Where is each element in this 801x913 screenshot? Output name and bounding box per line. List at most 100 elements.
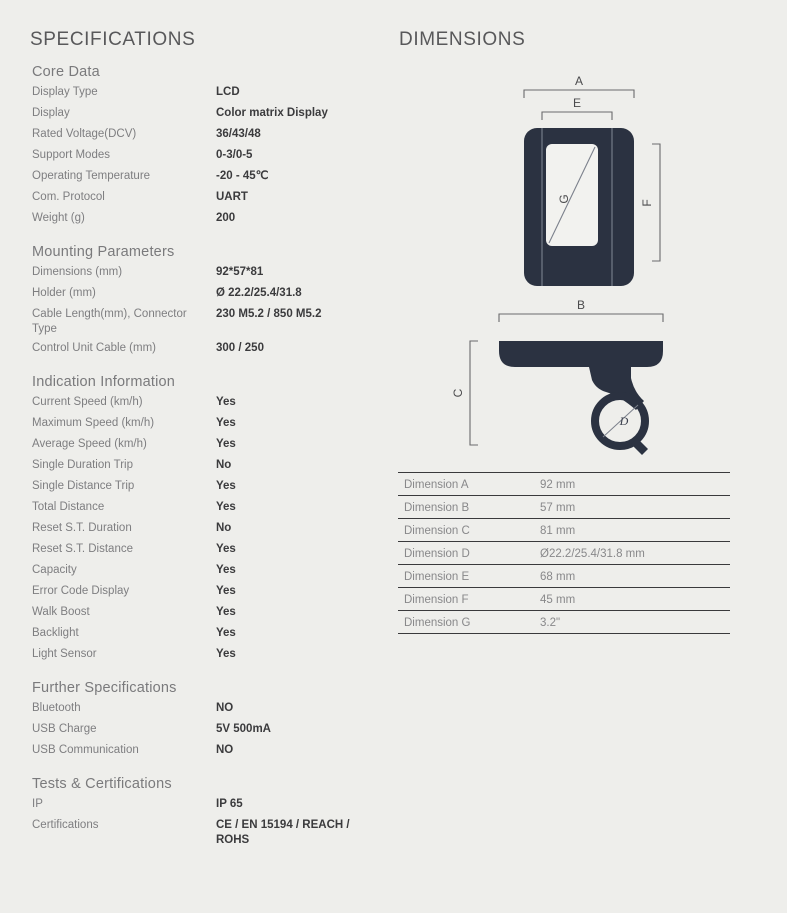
spec-row: Error Code Display Yes xyxy=(32,582,382,603)
spec-row-value: Color matrix Display xyxy=(216,107,328,119)
dimension-table-key: Dimension C xyxy=(398,518,534,542)
spec-row: Dimensions (mm) 92*57*81 xyxy=(32,263,382,284)
spec-row-label: Display Type xyxy=(32,86,98,98)
spec-row: Support Modes 0-3/0-5 xyxy=(32,146,382,167)
dimension-table-row: Dimension E 68 mm xyxy=(398,564,730,588)
spec-group-title: Mounting Parameters xyxy=(32,244,175,260)
spec-row: Reset S.T. Duration No xyxy=(32,519,382,540)
spec-row-value: 5V 500mA xyxy=(216,723,271,735)
spec-row-label: Dimensions (mm) xyxy=(32,266,123,278)
spec-row: Single Distance Trip Yes xyxy=(32,477,382,498)
dimension-table-value: 92 mm xyxy=(534,472,730,496)
spec-row-label: Display xyxy=(32,107,70,119)
dimension-table-key: Dimension F xyxy=(398,587,534,611)
dimension-table: Dimension A 92 mm Dimension B 57 mm Dimensio… xyxy=(398,472,730,634)
spec-row-label: Holder (mm) xyxy=(32,287,96,299)
dimension-label-g: G xyxy=(557,194,571,203)
spec-row: Display Type LCD xyxy=(32,83,382,104)
dimension-table-row: Dimension G 3.2" xyxy=(398,610,730,634)
dimension-table-row: Dimension B 57 mm xyxy=(398,495,730,519)
spec-row-value: Yes xyxy=(216,501,236,513)
spec-row-label: Total Distance xyxy=(32,501,105,513)
spec-row-value: Yes xyxy=(216,564,236,576)
spec-row-label: IP xyxy=(32,798,43,810)
dimension-label-d: D xyxy=(619,414,629,428)
spec-row-label: Capacity xyxy=(32,564,77,576)
dimension-label-f: F xyxy=(640,199,654,206)
dimension-table-value: 3.2" xyxy=(534,610,730,634)
spec-row-value: Yes xyxy=(216,396,236,408)
spec-row: Display Color matrix Display xyxy=(32,104,382,125)
spec-row-value: Yes xyxy=(216,480,236,492)
spec-row-label: Support Modes xyxy=(32,149,110,161)
spec-group: Indication Information Current Speed (km/… xyxy=(32,374,382,666)
spec-row-value: -20 - 45℃ xyxy=(216,170,269,182)
spec-row-value: No xyxy=(216,522,232,534)
dimension-table-value: 57 mm xyxy=(534,495,730,519)
technical-drawings: A E G F B C D xyxy=(396,60,766,460)
spec-row: USB Charge 5V 500mA xyxy=(32,720,382,741)
spec-row: Control Unit Cable (mm) 300 / 250 xyxy=(32,339,382,360)
spec-group: Further Specifications Bluetooth NO USB Cha… xyxy=(32,680,382,762)
spec-row-value: Yes xyxy=(216,648,236,660)
spec-row: Capacity Yes xyxy=(32,561,382,582)
dimension-table-key: Dimension B xyxy=(398,495,534,519)
spec-row-value: Yes xyxy=(216,585,236,597)
dimensions-heading: DIMENSIONS xyxy=(399,29,526,50)
spec-row: Holder (mm) Ø 22.2/25.4/31.8 xyxy=(32,284,382,305)
dimension-table-key: Dimension D xyxy=(398,541,534,565)
spec-row-label: Average Speed (km/h) xyxy=(32,438,147,450)
spec-row: USB Communication NO xyxy=(32,741,382,762)
spec-row-label: Bluetooth xyxy=(32,702,81,714)
spec-row-value: UART xyxy=(216,191,248,203)
spec-group-title: Core Data xyxy=(32,64,100,80)
spec-row-label: USB Charge xyxy=(32,723,97,735)
spec-row-label: Maximum Speed (km/h) xyxy=(32,417,155,429)
spec-row: Rated Voltage(DCV) 36/43/48 xyxy=(32,125,382,146)
dimension-bracket-c xyxy=(469,340,478,446)
spec-row: Average Speed (km/h) Yes xyxy=(32,435,382,456)
dimension-table-key: Dimension A xyxy=(398,472,534,496)
spec-row-label: Reset S.T. Duration xyxy=(32,522,132,534)
spec-row-label: Cable Length(mm), Connector Type xyxy=(32,308,187,335)
spec-row-label: Single Distance Trip xyxy=(32,480,135,492)
spec-group-title: Further Specifications xyxy=(32,680,177,696)
spec-row-label: Reset S.T. Distance xyxy=(32,543,133,555)
spec-row-label: Operating Temperature xyxy=(32,170,151,182)
spec-row-label: Control Unit Cable (mm) xyxy=(32,342,156,354)
spec-row-value: 36/43/48 xyxy=(216,128,261,140)
spec-row-value: NO xyxy=(216,702,234,714)
spec-row-value: 300 / 250 xyxy=(216,342,264,354)
spec-row: Walk Boost Yes xyxy=(32,603,382,624)
spec-row: Current Speed (km/h) Yes xyxy=(32,393,382,414)
spec-row: Backlight Yes xyxy=(32,624,382,645)
dimension-label-e: E xyxy=(573,96,581,110)
spec-row: Single Duration Trip No xyxy=(32,456,382,477)
spec-row: Total Distance Yes xyxy=(32,498,382,519)
spec-row-value: Yes xyxy=(216,627,236,639)
spec-row-value: NO xyxy=(216,744,234,756)
spec-row: Com. Protocol UART xyxy=(32,188,382,209)
spec-row-label: Com. Protocol xyxy=(32,191,105,203)
spec-row-label: Certifications xyxy=(32,819,99,831)
dimension-table-value: Ø22.2/25.4/31.8 mm xyxy=(534,541,730,565)
dimension-table-row: Dimension A 92 mm xyxy=(398,472,730,496)
spec-group: Core Data Display Type LCD Display Color mat… xyxy=(32,64,382,230)
spec-row-value: Ø 22.2/25.4/31.8 xyxy=(216,287,302,299)
spec-row: Reset S.T. Distance Yes xyxy=(32,540,382,561)
spec-row: IP IP 65 xyxy=(32,795,382,816)
spec-row: Operating Temperature -20 - 45℃ xyxy=(32,167,382,188)
spec-row-value: IP 65 xyxy=(216,798,243,810)
spec-row: Cable Length(mm), Connector Type 230 M5.2… xyxy=(32,305,382,339)
device-drawing-svg: A E G F B C D xyxy=(451,74,664,455)
dimension-bracket-e xyxy=(541,111,613,120)
spec-row-value: Yes xyxy=(216,438,236,450)
specifications-heading: SPECIFICATIONS xyxy=(30,29,196,50)
spec-row-value: 92*57*81 xyxy=(216,266,264,278)
spec-group-title: Tests & Certifications xyxy=(32,776,172,792)
spec-group: Mounting Parameters Dimensions (mm) 92*57*… xyxy=(32,244,382,360)
spec-row-label: USB Communication xyxy=(32,744,139,756)
spec-row-value: 0-3/0-5 xyxy=(216,149,253,161)
dimension-table-value: 81 mm xyxy=(534,518,730,542)
spec-row-label: Light Sensor xyxy=(32,648,97,660)
